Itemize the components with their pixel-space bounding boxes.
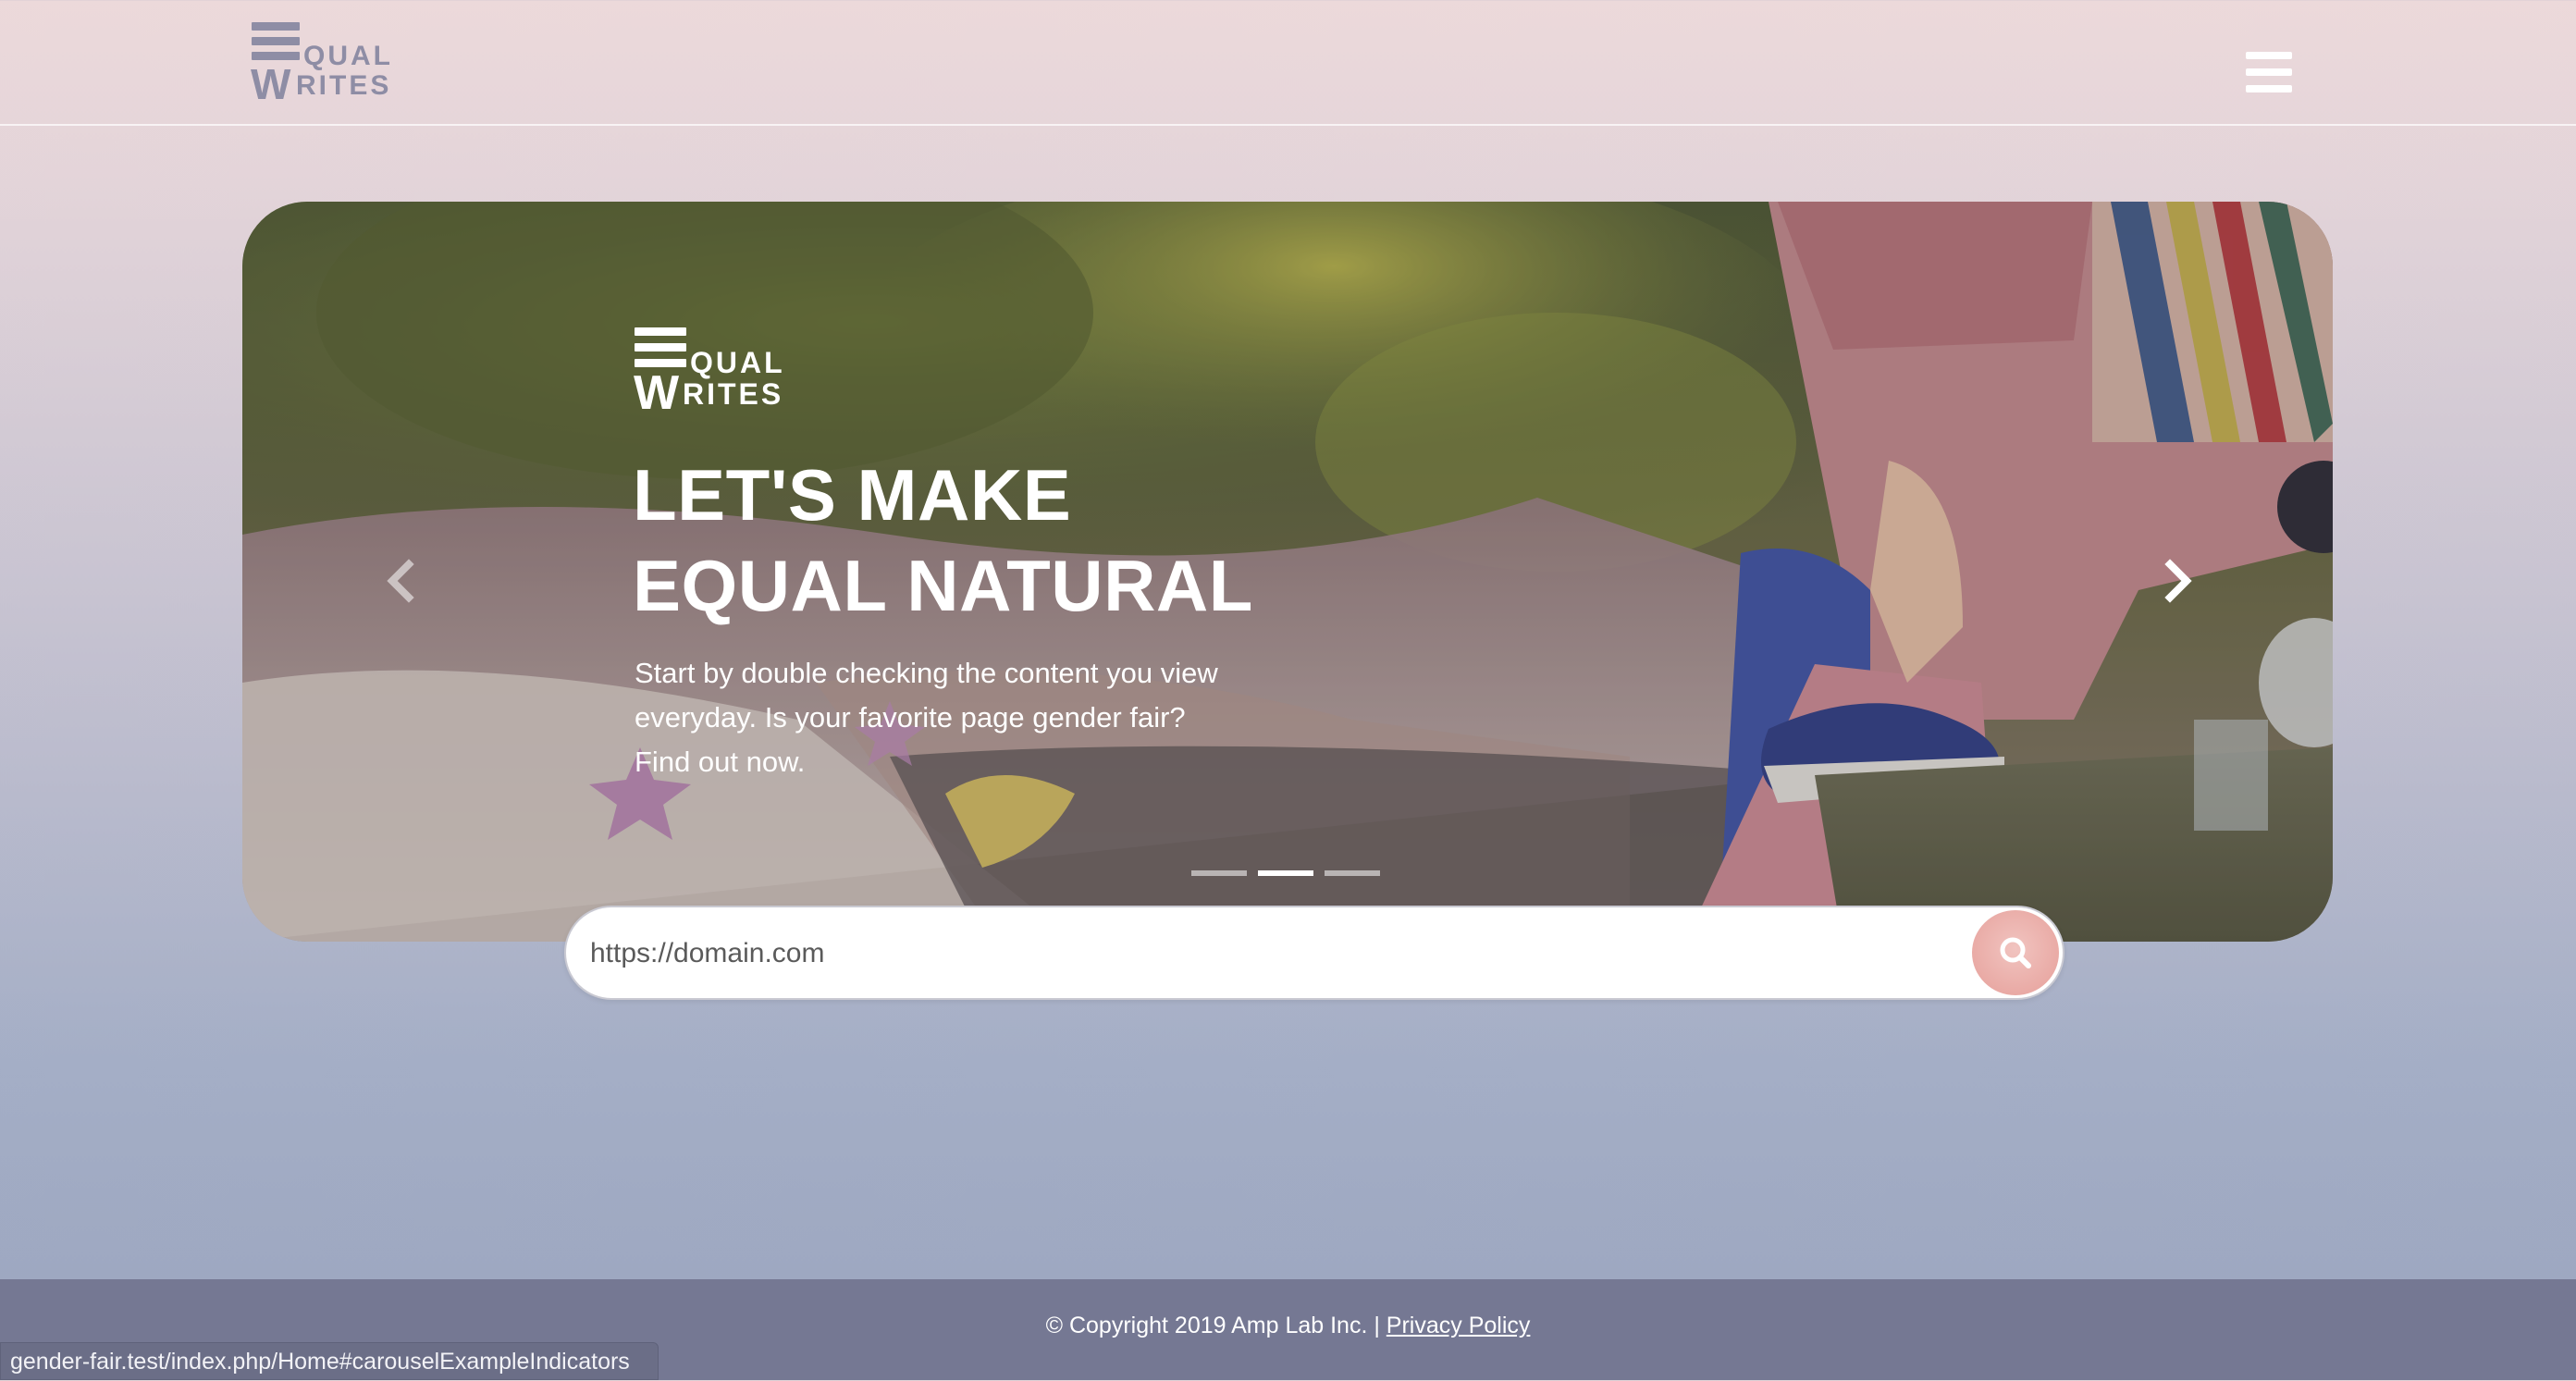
logo-text-top: QUAL <box>303 41 393 71</box>
logo-text-bottom: RITES <box>683 377 784 411</box>
url-search-bar <box>564 906 2064 1000</box>
subtext-line-3: Find out now. <box>635 746 806 778</box>
headline-line-2: EQUAL NATURAL <box>633 545 1253 626</box>
search-icon <box>2000 937 2031 968</box>
search-button[interactable] <box>1972 910 2059 995</box>
carousel-indicator-2[interactable] <box>1258 870 1313 876</box>
carousel-next-button[interactable] <box>2151 544 2207 618</box>
carousel-indicator-3[interactable] <box>1325 870 1380 876</box>
equal-writes-logo[interactable]: W QUAL RITES <box>251 22 393 108</box>
footer-copyright: © Copyright 2019 Amp Lab Inc. | Privacy … <box>0 1313 2576 1339</box>
carousel-logo: W QUAL RITES <box>634 327 785 420</box>
logo-letter: W <box>251 60 291 108</box>
site-header: W QUAL RITES <box>0 0 2576 126</box>
url-input[interactable] <box>588 907 1961 1000</box>
privacy-policy-link[interactable]: Privacy Policy <box>1387 1313 1531 1338</box>
status-bar-url: gender-fair.test/index.php/Home#carousel… <box>0 1342 659 1380</box>
hero-carousel: W QUAL RITES LET'S MAKE EQUAL NATURAL St… <box>242 202 2333 942</box>
chevron-right-icon <box>2164 559 2192 603</box>
carousel-subtext: Start by double checking the content you… <box>635 651 1319 784</box>
carousel-prev-button[interactable] <box>372 544 427 618</box>
carousel-indicator-1[interactable] <box>1191 870 1247 876</box>
subtext-line-1: Start by double checking the content you… <box>635 657 1218 689</box>
logo-letter: W <box>634 366 680 420</box>
subtext-line-2: everyday. Is your favorite page gender f… <box>635 701 1186 734</box>
copyright-text: © Copyright 2019 Amp Lab Inc. | <box>1045 1313 1387 1338</box>
hamburger-icon[interactable] <box>2246 52 2292 92</box>
logo-text-top: QUAL <box>690 346 785 379</box>
chevron-left-icon <box>387 559 414 603</box>
carousel-headline: LET'S MAKE EQUAL NATURAL <box>633 450 1465 631</box>
logo-text-bottom: RITES <box>296 70 392 101</box>
headline-line-1: LET'S MAKE <box>633 454 1072 536</box>
